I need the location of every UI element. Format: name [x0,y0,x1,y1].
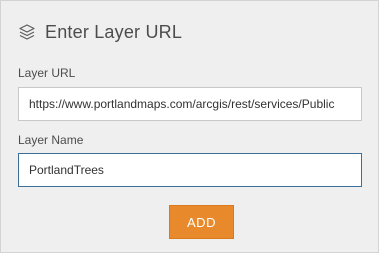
layer-url-label: Layer URL [18,66,76,80]
panel-title: Enter Layer URL [45,21,183,42]
layer-url-input[interactable] [18,87,362,121]
add-button[interactable]: ADD [169,205,234,239]
panel-header: Enter Layer URL [18,19,182,45]
layer-name-label: Layer Name [18,133,84,147]
enter-layer-url-panel: Enter Layer URL Layer URL Layer Name ADD [0,0,379,253]
layers-icon [18,23,36,41]
layer-name-input[interactable] [18,153,362,187]
